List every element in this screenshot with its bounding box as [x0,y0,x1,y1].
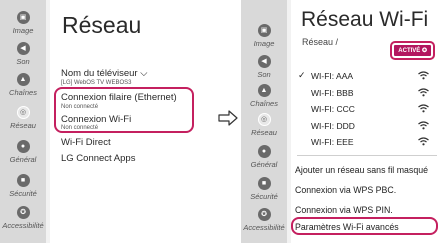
divider [297,155,437,156]
wifi-network-name: WI-FI: BBB [311,88,354,98]
page-title: Réseau Wi-Fi [301,8,429,31]
sidebar-label: Général [250,160,278,169]
wifi-network-screen: ▣ Image ◀ Son ▲ Chaînes ◎ Réseau ● Génér… [241,0,439,243]
sidebar-label: Général [9,155,37,164]
menu-item-sub: [LG] WebOS TV WEBOS3 [61,80,132,86]
sidebar-item-channels[interactable]: ▲ Chaînes [0,73,46,109]
general-icon: ● [16,140,30,153]
add-hidden-network-button[interactable]: Ajouter un réseau sans fil masqué [295,165,428,175]
sidebar-label: Chaînes [250,99,278,108]
wifi-network-name: WI-FI: AAA [311,71,354,81]
wifi-network-name: WI-FI: CCC [311,104,355,114]
image-icon: ▣ [16,11,30,24]
sidebar-item-network[interactable]: ◎ Réseau [0,106,46,142]
wifi-network-name: WI-FI: DDD [311,121,355,131]
sidebar-label: Image [12,26,34,35]
sidebar-item-general[interactable]: ● Général [241,145,287,181]
wps-pin-button[interactable]: Connexion via WPS PIN. [295,205,393,215]
lock-icon: ■ [16,174,30,187]
sidebar-label: Sécurité [9,189,37,198]
checkmark-icon: ✓ [298,70,306,80]
wifi-network-row[interactable]: WI-FI: CCC [291,103,439,119]
arrow-right-icon [218,110,238,126]
sound-icon: ◀ [257,55,271,68]
accessibility-icon: ✪ [16,206,30,219]
sidebar-label: Image [253,39,275,48]
menu-item-wifi-direct[interactable]: Wi-Fi Direct [61,137,111,148]
channels-icon: ▲ [16,73,30,86]
wifi-network-row[interactable]: ✓ WI-FI: AAA [291,70,439,86]
sidebar-item-accessibility[interactable]: ✪ Accessibilité [0,206,46,242]
wifi-signal-icon [418,121,429,130]
sidebar-item-network[interactable]: ◎ Réseau [241,113,287,149]
network-settings-screen: ▣ Image ◀ Son ▲ Chaînes ◎ Réseau ● Génér… [0,0,200,243]
image-icon: ▣ [257,24,271,37]
wifi-panel: Réseau Wi-Fi Réseau / ACTIVÉ ✪ ✓ WI-FI: … [291,0,439,243]
menu-item-lg-connect-apps[interactable]: LG Connect Apps [61,153,135,164]
menu-item-tv-name[interactable]: Nom du téléviseur ⌵ [61,68,147,79]
highlight-outline [54,87,194,133]
sidebar-item-general[interactable]: ● Général [0,140,46,176]
sidebar-label: Réseau [251,128,277,137]
sidebar-label: Accessibilité [243,223,285,232]
sound-icon: ◀ [16,42,30,55]
wifi-network-name: WI-FI: EEE [311,137,354,147]
sidebar-label: Son [16,57,30,66]
sidebar-label: Chaînes [9,88,37,97]
wifi-network-row[interactable]: WI-FI: DDD [291,120,439,136]
wifi-network-row[interactable]: WI-FI: EEE [291,136,439,152]
settings-panel: Réseau Nom du téléviseur ⌵ [LG] WebOS TV… [50,0,200,243]
sidebar-label: Son [257,70,271,79]
active-toggle-badge[interactable]: ACTIVÉ ✪ [392,43,433,58]
sidebar-item-accessibility[interactable]: ✪ Accessibilité [241,208,287,243]
wifi-signal-icon [418,88,429,97]
lock-icon: ■ [257,177,271,190]
wifi-network-row[interactable]: WI-FI: BBB [291,87,439,103]
breadcrumb: Réseau / [302,37,339,47]
highlight-outline [291,217,438,235]
wps-pbc-button[interactable]: Connexion via WPS PBC. [295,185,396,195]
network-icon: ◎ [257,113,271,126]
sidebar-label: Accessibilité [2,221,44,230]
accessibility-icon: ✪ [257,208,271,221]
wifi-signal-icon [418,137,429,146]
page-title: Réseau [62,12,142,38]
sidebar-label: Sécurité [250,192,278,201]
channels-icon: ▲ [257,84,271,97]
settings-sidebar: ▣ Image ◀ Son ▲ Chaînes ◎ Réseau ● Génér… [241,0,287,243]
general-icon: ● [257,145,271,158]
network-icon: ◎ [16,106,30,119]
sidebar-item-security[interactable]: ■ Sécurité [0,174,46,210]
sidebar-label: Réseau [10,121,36,130]
settings-sidebar: ▣ Image ◀ Son ▲ Chaînes ◎ Réseau ● Génér… [0,0,46,243]
wifi-signal-icon [418,104,429,113]
wifi-signal-icon [418,71,429,80]
